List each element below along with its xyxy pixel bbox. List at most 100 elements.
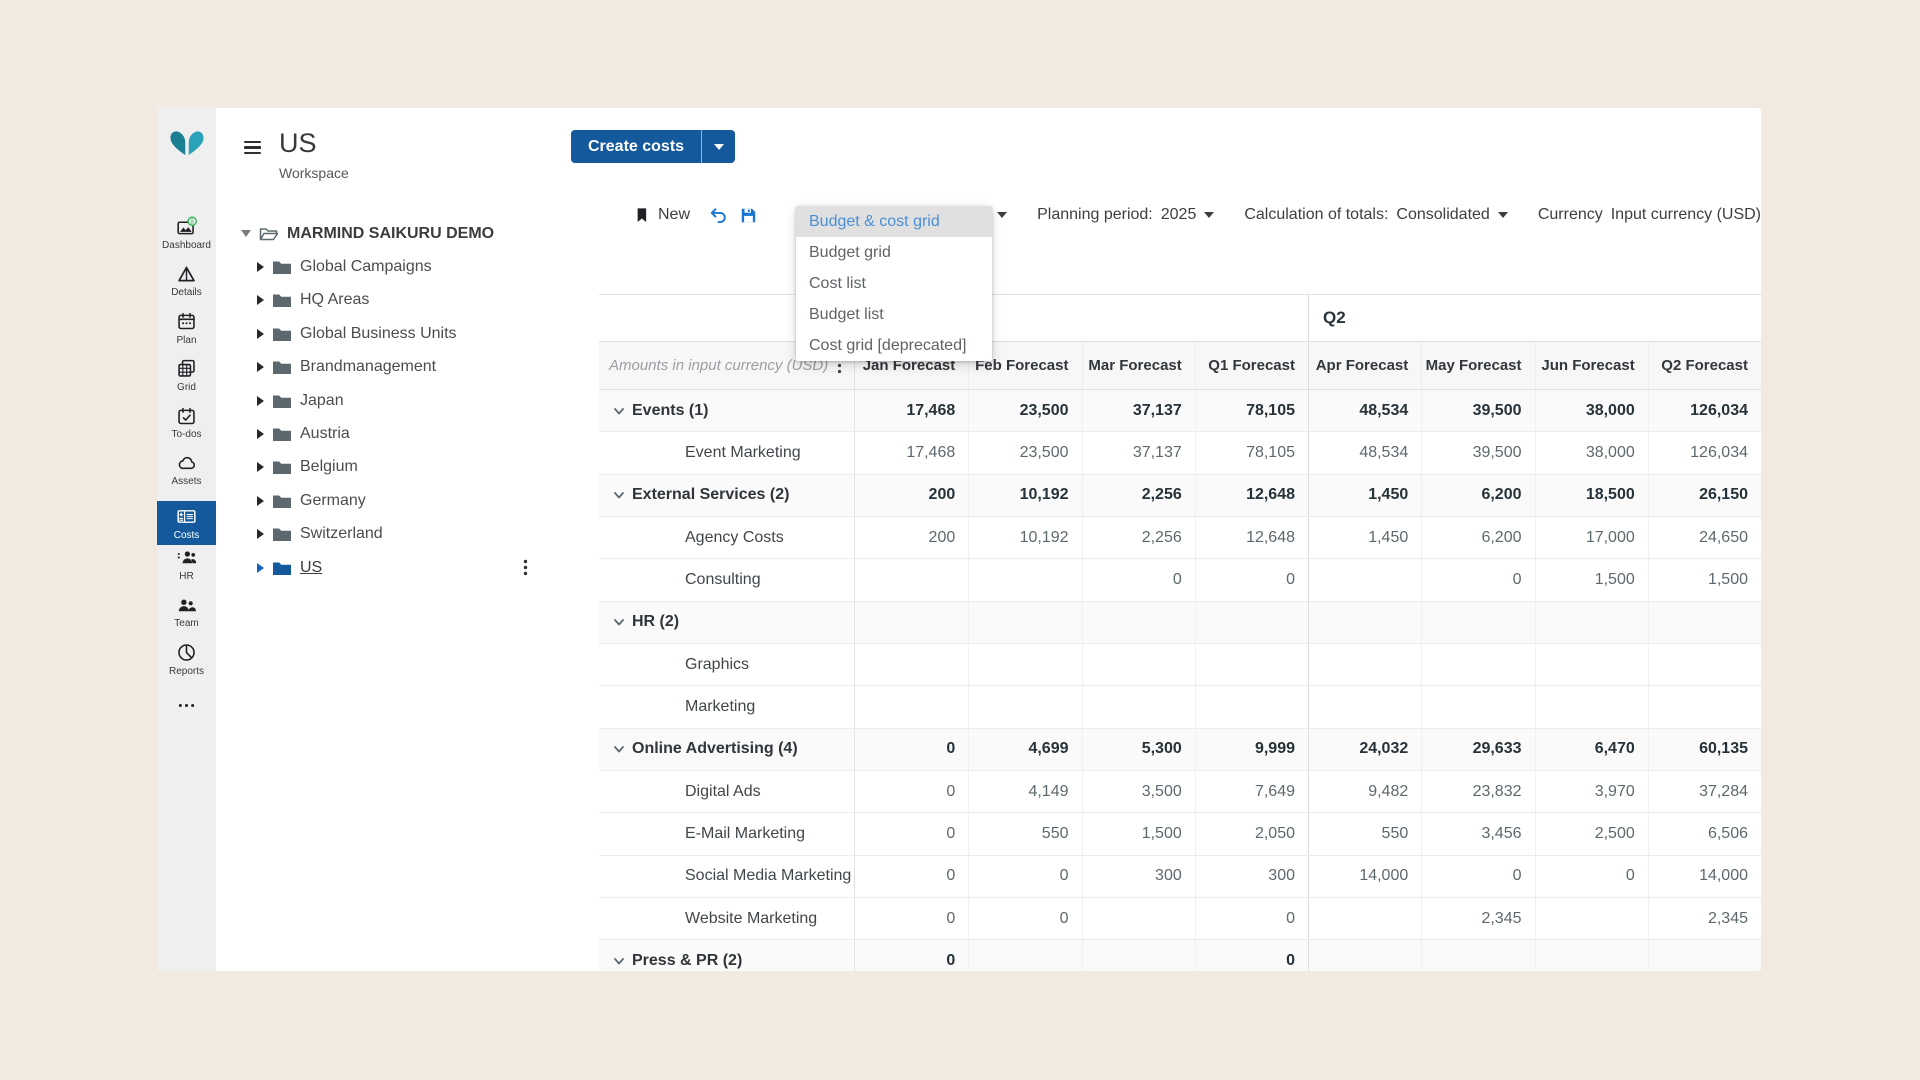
grid-cell[interactable] <box>1308 898 1421 939</box>
grid-cell[interactable]: 39,500 <box>1421 432 1534 473</box>
grid-cell[interactable]: 6,200 <box>1421 517 1534 558</box>
chevron-down-icon[interactable] <box>612 404 626 418</box>
grid-cell[interactable] <box>968 644 1081 685</box>
grid-cell[interactable]: 78,105 <box>1195 390 1308 431</box>
grid-cell[interactable] <box>855 559 968 600</box>
grid-cell[interactable]: 7,649 <box>1195 771 1308 812</box>
grid-cell[interactable] <box>1648 602 1761 643</box>
undo-icon[interactable] <box>708 206 729 225</box>
grid-cell[interactable] <box>1535 940 1648 971</box>
tree-item-us[interactable]: US <box>216 551 570 584</box>
tree-item-germany[interactable]: Germany <box>216 484 570 517</box>
create-costs-button[interactable]: Create costs <box>571 130 702 163</box>
grid-cell[interactable] <box>1648 686 1761 727</box>
grid-cell[interactable]: 200 <box>855 517 968 558</box>
grid-cell[interactable]: 10,192 <box>968 475 1081 516</box>
grid-cell[interactable]: 17,468 <box>855 390 968 431</box>
chevron-down-icon[interactable] <box>612 742 626 756</box>
rail-item-assets[interactable]: Assets <box>157 452 216 499</box>
chevron-down-icon[interactable] <box>612 615 626 629</box>
grid-cell[interactable]: 2,050 <box>1195 813 1308 854</box>
view-menu-item-budget-cost-grid[interactable]: Budget & cost grid <box>796 206 992 237</box>
rail-item-details[interactable]: Details <box>157 263 216 310</box>
row-label-cell[interactable]: Digital Ads <box>599 771 855 812</box>
grid-cell[interactable]: 126,034 <box>1648 432 1761 473</box>
view-menu-item-budget-list[interactable]: Budget list <box>796 299 992 330</box>
grid-cell[interactable]: 2,256 <box>1082 475 1195 516</box>
grid-cell[interactable]: 0 <box>855 771 968 812</box>
rail-item-hr[interactable]: HR <box>157 547 216 594</box>
grid-cell[interactable]: 24,032 <box>1308 729 1421 770</box>
grid-cell[interactable] <box>1308 644 1421 685</box>
chevron-down-icon[interactable] <box>612 488 626 502</box>
kebab-menu-icon[interactable] <box>523 559 528 576</box>
grid-cell[interactable]: 9,999 <box>1195 729 1308 770</box>
tree-item-global-business-units[interactable]: Global Business Units <box>216 317 570 350</box>
grid-cell[interactable]: 39,500 <box>1421 390 1534 431</box>
grid-cell[interactable] <box>1648 644 1761 685</box>
tree-item-japan[interactable]: Japan <box>216 384 570 417</box>
caret-right-icon[interactable] <box>257 462 264 472</box>
rail-item-dashboard[interactable]: β Dashboard <box>157 216 216 263</box>
grid-cell[interactable]: 23,500 <box>968 390 1081 431</box>
grid-cell[interactable] <box>1421 686 1534 727</box>
row-label-cell[interactable]: Press & PR (2) <box>599 940 855 971</box>
grid-cell[interactable] <box>1195 686 1308 727</box>
rail-item-reports[interactable]: Reports <box>157 642 216 689</box>
grid-cell[interactable]: 0 <box>1421 559 1534 600</box>
rail-item-costs[interactable]: Costs <box>157 501 216 545</box>
tree-item-austria[interactable]: Austria <box>216 417 570 450</box>
rail-item-team[interactable]: Team <box>157 594 216 641</box>
row-label-cell[interactable]: Graphics <box>599 644 855 685</box>
grid-cell[interactable] <box>1421 940 1534 971</box>
bookmark-icon[interactable] <box>633 205 650 225</box>
grid-cell[interactable] <box>1082 602 1195 643</box>
grid-cell[interactable]: 26,150 <box>1648 475 1761 516</box>
grid-cell[interactable]: 200 <box>855 475 968 516</box>
grid-cell[interactable]: 0 <box>1421 856 1534 897</box>
view-menu-item-cost-list[interactable]: Cost list <box>796 268 992 299</box>
grid-cell[interactable] <box>1421 602 1534 643</box>
grid-cell[interactable]: 5,300 <box>1082 729 1195 770</box>
grid-cell[interactable]: 18,500 <box>1535 475 1648 516</box>
rail-item-todos[interactable]: To-dos <box>157 405 216 452</box>
row-label-cell[interactable]: HR (2) <box>599 602 855 643</box>
grid-cell[interactable]: 14,000 <box>1648 856 1761 897</box>
grid-cell[interactable]: 48,534 <box>1308 432 1421 473</box>
grid-cell[interactable]: 0 <box>1082 559 1195 600</box>
grid-cell[interactable]: 48,534 <box>1308 390 1421 431</box>
save-icon[interactable] <box>739 206 758 225</box>
grid-cell[interactable]: 1,450 <box>1308 517 1421 558</box>
row-label-cell[interactable]: Agency Costs <box>599 517 855 558</box>
grid-cell[interactable]: 0 <box>968 898 1081 939</box>
grid-cell[interactable]: 6,506 <box>1648 813 1761 854</box>
caret-right-icon[interactable] <box>257 529 264 539</box>
tree-item-hq-areas[interactable]: HQ Areas <box>216 284 570 317</box>
create-costs-dropdown-toggle[interactable] <box>702 130 735 163</box>
grid-cell[interactable]: 0 <box>1195 940 1308 971</box>
row-label-cell[interactable]: Website Marketing <box>599 898 855 939</box>
grid-cell[interactable]: 10,192 <box>968 517 1081 558</box>
grid-cell[interactable]: 126,034 <box>1648 390 1761 431</box>
grid-cell[interactable]: 14,000 <box>1308 856 1421 897</box>
row-label-cell[interactable]: Marketing <box>599 686 855 727</box>
row-label-cell[interactable]: Consulting <box>599 559 855 600</box>
grid-cell[interactable]: 17,000 <box>1535 517 1648 558</box>
grid-cell[interactable] <box>1308 602 1421 643</box>
grid-cell[interactable]: 4,699 <box>968 729 1081 770</box>
new-button[interactable]: New <box>658 206 690 224</box>
grid-cell[interactable]: 2,500 <box>1535 813 1648 854</box>
view-menu-item-cost-grid-deprecated[interactable]: Cost grid [deprecated] <box>796 330 992 361</box>
grid-cell[interactable]: 38,000 <box>1535 432 1648 473</box>
grid-cell[interactable]: 0 <box>855 898 968 939</box>
grid-cell[interactable] <box>1421 644 1534 685</box>
planning-period-dropdown[interactable]: Planning period: 2025 <box>1037 206 1214 224</box>
grid-cell[interactable]: 550 <box>1308 813 1421 854</box>
grid-cell[interactable]: 2,256 <box>1082 517 1195 558</box>
rail-item-grid[interactable]: Grid <box>157 358 216 405</box>
row-label-cell[interactable]: Social Media Marketing <box>599 856 855 897</box>
grid-cell[interactable]: 29,633 <box>1421 729 1534 770</box>
grid-cell[interactable]: 0 <box>855 856 968 897</box>
grid-cell[interactable]: 1,500 <box>1535 559 1648 600</box>
grid-cell[interactable] <box>968 559 1081 600</box>
